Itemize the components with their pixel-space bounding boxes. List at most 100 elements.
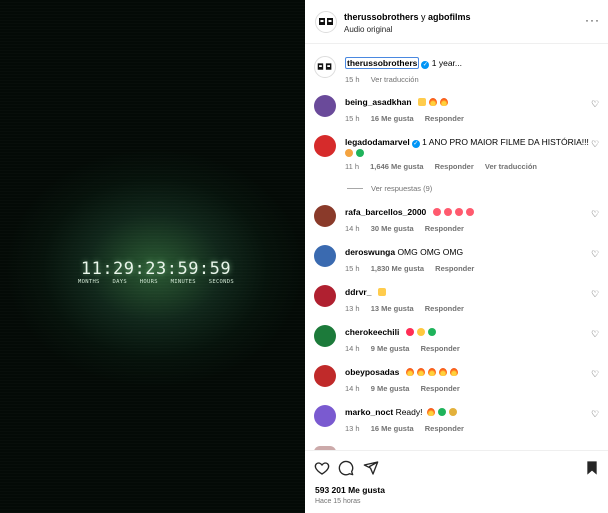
comment-meta: 15 h 1,830 Me gusta Responder	[345, 264, 586, 273]
comment-time: 13 h	[345, 304, 360, 313]
commenter-avatar[interactable]	[314, 405, 336, 427]
reply-link[interactable]: Responder	[435, 162, 474, 171]
fire-icon	[427, 368, 436, 376]
countdown-units: MONTHS DAYS HOURS MINUTES SECONDS	[78, 279, 234, 285]
comment-line: ddrvr_	[345, 287, 586, 298]
commenter-avatar[interactable]	[314, 95, 336, 117]
comment-username[interactable]: deroswunga	[345, 247, 395, 257]
comment-username[interactable]: obeyposadas	[345, 367, 399, 377]
caption-time: 15 h	[345, 75, 360, 84]
like-heart-icon[interactable]: ♡	[591, 330, 600, 339]
commenter-avatar[interactable]	[314, 365, 336, 387]
translate-link[interactable]: Ver traducción	[485, 162, 537, 171]
view-replies-text[interactable]: Ver respuestas (9)	[371, 184, 432, 193]
fire-icon	[449, 368, 458, 376]
commenter-avatar[interactable]	[314, 135, 336, 157]
post-viewer: 11:29:23:59:59 MONTHS DAYS HOURS MINUTES…	[0, 0, 608, 513]
caption-line: therussobrothers ✓ 1 year...	[345, 57, 586, 69]
caption-translate[interactable]: Ver traducción	[371, 75, 419, 84]
commenter-avatar[interactable]	[314, 325, 336, 347]
comment-line: obeyposadas	[345, 367, 586, 378]
comment-time: 15 h	[345, 114, 360, 123]
comment-body: deroswunga OMG OMG OMG 15 h 1,830 Me gus…	[345, 247, 586, 273]
fire-icon	[438, 368, 447, 376]
smirk-face-icon	[448, 408, 457, 416]
comment-body: ddrvr_ 13 h 13 Me gusta Responder	[345, 287, 586, 313]
crying-face-icon	[345, 149, 353, 157]
author-joiner: y	[421, 12, 426, 22]
post-authors: therussobrothers y agbofilms	[344, 12, 471, 22]
comment-body: obeyposadas 14 h 9 Me gusta Responder	[345, 367, 586, 393]
comment-body: rafa_barcellos_2000 14 h 30 Me gusta Res…	[345, 207, 586, 233]
caption-text: 1 year...	[431, 58, 462, 68]
comment-meta: 11 h 1,646 Me gusta Responder Ver traduc…	[345, 162, 586, 171]
likes-count[interactable]: 593 201 Me gusta	[315, 485, 385, 495]
like-heart-icon[interactable]: ♡	[591, 210, 600, 219]
caption-avatar[interactable]	[314, 56, 336, 78]
comment-username[interactable]: marko_noct	[345, 407, 393, 417]
comment-likes[interactable]: 9 Me gusta	[371, 384, 410, 393]
comment-meta: 13 h 13 Me gusta Responder	[345, 304, 586, 313]
comment-username[interactable]: rafa_barcellos_2000	[345, 207, 426, 217]
like-heart-icon[interactable]: ♡	[591, 290, 600, 299]
comment-likes[interactable]: 16 Me gusta	[371, 424, 414, 433]
raising-hands-icon	[417, 98, 426, 106]
comment-icon[interactable]	[338, 460, 354, 476]
comment-likes[interactable]: 1,830 Me gusta	[371, 264, 424, 273]
caption-body: therussobrothers ✓ 1 year... 15 h Ver tra…	[345, 57, 586, 84]
unit-minutes: MINUTES	[170, 279, 196, 285]
fire-icon	[428, 98, 437, 106]
commenter-avatar[interactable]	[314, 245, 336, 267]
reply-link[interactable]: Responder	[425, 424, 464, 433]
comment-likes[interactable]: 30 Me gusta	[371, 224, 414, 233]
comment-likes[interactable]: 1,646 Me gusta	[370, 162, 423, 171]
comment-line: deroswunga OMG OMG OMG	[345, 247, 586, 258]
save-bookmark-icon[interactable]	[584, 460, 600, 476]
comment-username[interactable]: ddrvr_	[345, 287, 371, 297]
author2-link[interactable]: agbofilms	[428, 12, 471, 22]
reply-link[interactable]: Responder	[425, 304, 464, 313]
like-heart-icon[interactable]	[314, 460, 330, 476]
comment-time: 14 h	[345, 384, 360, 393]
like-heart-icon[interactable]: ♡	[591, 100, 600, 109]
unit-seconds: SECONDS	[208, 279, 234, 285]
green-heart-icon	[437, 408, 446, 416]
comment-body: marko_noct Ready! 13 h 16 Me gusta Respo…	[345, 407, 586, 433]
fire-icon	[439, 98, 448, 106]
commenter-avatar[interactable]	[314, 285, 336, 307]
view-replies[interactable]: Ver respuestas (9)	[347, 184, 432, 193]
comment-username[interactable]: cherokeechili	[345, 327, 399, 337]
red-heart-icon	[405, 328, 414, 336]
comments-list[interactable]: therussobrothers ✓ 1 year... 15 h Ver tra…	[305, 44, 608, 450]
reply-link[interactable]: Responder	[435, 264, 474, 273]
like-heart-icon[interactable]: ♡	[591, 140, 600, 149]
caption-username[interactable]: therussobrothers	[345, 57, 420, 69]
like-heart-icon[interactable]: ♡	[591, 250, 600, 259]
author-avatar[interactable]	[315, 11, 337, 33]
comment-username[interactable]: legadodamarvel	[345, 137, 410, 147]
audio-label[interactable]: Audio original	[344, 25, 392, 34]
reply-link[interactable]: Responder	[425, 224, 464, 233]
like-heart-icon[interactable]: ♡	[591, 370, 600, 379]
fire-icon	[416, 368, 425, 376]
comment-username[interactable]: being_asadkhan	[345, 97, 412, 107]
video-player[interactable]: 11:29:23:59:59 MONTHS DAYS HOURS MINUTES…	[0, 0, 305, 513]
more-options-icon[interactable]: ···	[585, 13, 600, 27]
reply-link[interactable]: Responder	[421, 344, 460, 353]
comment-body: being_asadkhan 15 h 16 Me gusta Responde…	[345, 97, 586, 123]
reply-link[interactable]: Responder	[425, 114, 464, 123]
comment-likes[interactable]: 9 Me gusta	[371, 344, 410, 353]
commenter-avatar[interactable]	[314, 205, 336, 227]
like-heart-icon[interactable]: ♡	[591, 410, 600, 419]
comment-line: legadodamarvel ✓ 1 ANO PRO MAIOR FILME DA…	[345, 137, 589, 148]
author1-link[interactable]: therussobrothers	[344, 12, 419, 22]
green-heart-icon	[356, 149, 364, 157]
comment-likes[interactable]: 13 Me gusta	[371, 304, 414, 313]
comment-text: Ready!	[395, 407, 423, 417]
unit-hours: HOURS	[139, 279, 158, 285]
reply-link[interactable]: Responder	[421, 384, 460, 393]
share-icon[interactable]	[363, 460, 379, 476]
post-time: Hace 15 horas	[315, 498, 361, 505]
comment-meta: 15 h 16 Me gusta Responder	[345, 114, 586, 123]
comment-likes[interactable]: 16 Me gusta	[371, 114, 414, 123]
